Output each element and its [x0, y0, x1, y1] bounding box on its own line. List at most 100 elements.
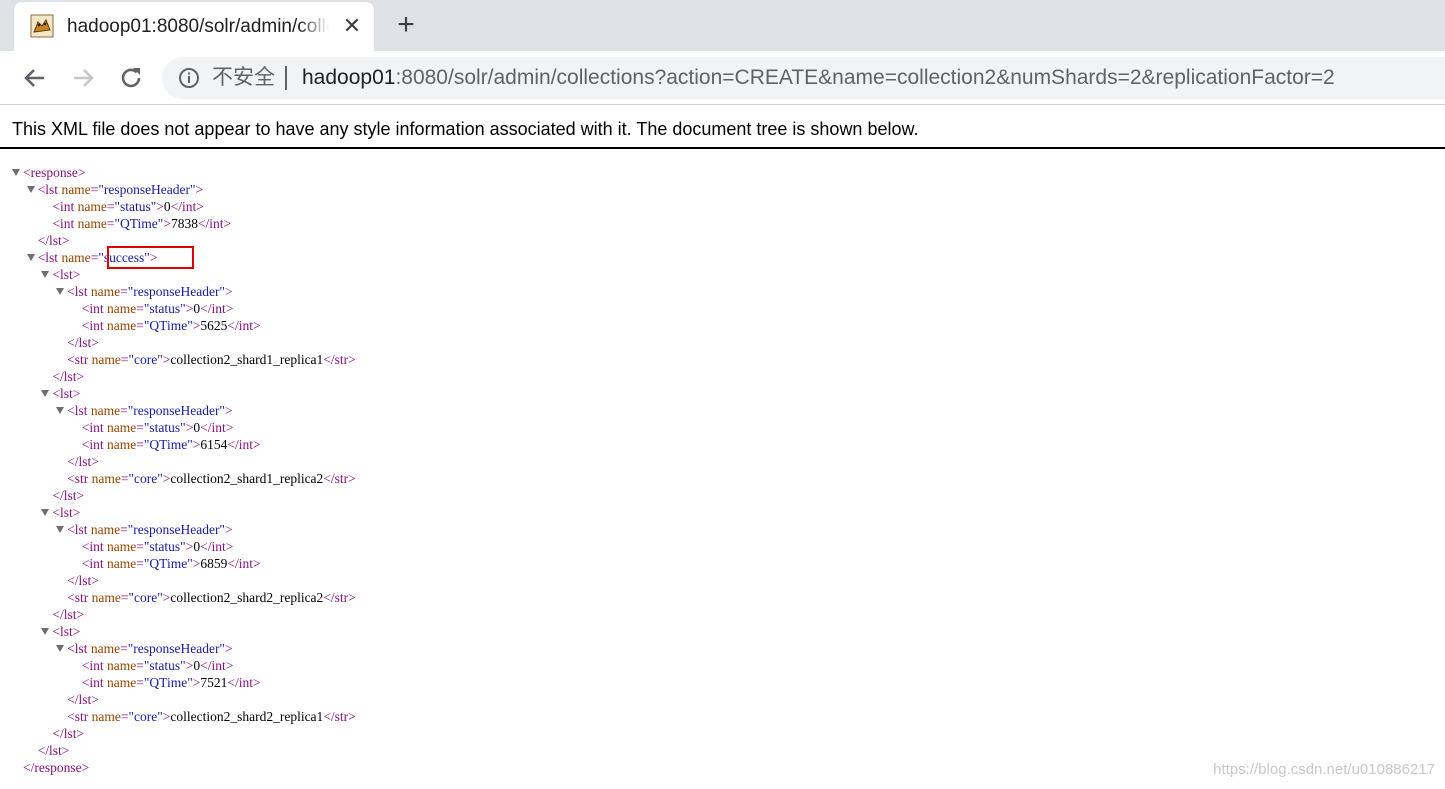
collapse-arrow-icon[interactable]: [56, 526, 65, 533]
xml-tag: </int>: [170, 199, 204, 214]
xml-attr-name: name: [77, 216, 107, 231]
collapse-arrow-icon[interactable]: [41, 390, 50, 397]
tab-title-fade: [299, 15, 329, 39]
xml-line: </lst>: [67, 691, 99, 708]
xml-tag: >: [224, 522, 233, 537]
xml-tag: <int: [52, 199, 78, 214]
xml-text: collection2_shard1_replica1: [170, 352, 324, 367]
xml-attr-name: name: [107, 420, 137, 435]
xml-line[interactable]: <lst name="responseHeader">: [56, 521, 233, 538]
close-tab-icon[interactable]: ✕: [340, 14, 364, 38]
xml-line: </lst>: [52, 606, 84, 623]
xml-attr-value: "QTime": [143, 675, 193, 690]
xml-tag: <lst>: [52, 505, 81, 520]
collapse-arrow-icon[interactable]: [56, 407, 65, 414]
collapse-arrow-icon[interactable]: [26, 186, 35, 193]
xml-tag: <lst: [67, 403, 91, 418]
xml-line[interactable]: <lst>: [41, 385, 80, 402]
tomcat-favicon-icon: [30, 14, 54, 38]
xml-line[interactable]: <lst>: [41, 623, 80, 640]
xml-line: <int name="QTime">6154</int>: [82, 436, 261, 453]
xml-tag: >: [224, 403, 233, 418]
xml-line: <str name="core">collection2_shard1_repl…: [67, 351, 356, 368]
collapse-arrow-icon[interactable]: [41, 271, 50, 278]
xml-tag: </int>: [227, 318, 261, 333]
xml-line: <str name="core">collection2_shard1_repl…: [67, 470, 356, 487]
xml-tag: =: [106, 216, 115, 231]
xml-attr-value: "responseHeader": [98, 182, 196, 197]
xml-attr-value: "QTime": [143, 318, 193, 333]
xml-line[interactable]: <lst>: [41, 504, 80, 521]
xml-line[interactable]: <lst>: [41, 266, 80, 283]
xml-tag: </int>: [227, 556, 261, 571]
address-bar[interactable]: 不安全 hadoop01:8080/solr/admin/collections…: [162, 57, 1445, 99]
xml-line: <str name="core">collection2_shard2_repl…: [67, 708, 356, 725]
xml-tag: </lst>: [37, 233, 70, 248]
xml-line: </lst>: [52, 487, 84, 504]
xml-attr-name: name: [77, 199, 107, 214]
xml-attr-value: "status": [143, 420, 186, 435]
xml-tag: =: [136, 675, 144, 690]
xml-line: <int name="status">0</int>: [82, 419, 234, 436]
xml-text: 7838: [170, 216, 198, 231]
collapse-arrow-icon[interactable]: [26, 254, 35, 261]
collapse-arrow-icon[interactable]: [56, 645, 65, 652]
xml-attr-name: name: [91, 709, 121, 724]
xml-tag: </lst>: [67, 573, 99, 588]
xml-attr-value: "status": [143, 658, 186, 673]
xml-attr-value: "status": [143, 539, 186, 554]
xml-line: </lst>: [38, 742, 70, 759]
xml-tag: <response>: [23, 165, 86, 180]
xml-tag: <lst: [67, 641, 91, 656]
back-arrow-icon[interactable]: [20, 63, 50, 93]
collapse-arrow-icon[interactable]: [41, 628, 50, 635]
xml-line: <int name="QTime">5625</int>: [82, 317, 261, 334]
xml-text: 6859: [200, 556, 228, 571]
xml-line[interactable]: <lst name="responseHeader">: [56, 402, 233, 419]
xml-tag: </response>: [23, 760, 90, 775]
xml-line[interactable]: <lst name="responseHeader">: [56, 640, 233, 657]
xml-tag: </lst>: [52, 607, 85, 622]
xml-line[interactable]: <response>: [12, 164, 85, 181]
xml-attr-value: "responseHeader": [127, 641, 225, 656]
xml-attr-value: "responseHeader": [127, 522, 225, 537]
xml-tag: <lst: [67, 284, 91, 299]
xml-tag: =: [136, 301, 144, 316]
xml-line: <int name="status">0</int>: [82, 300, 234, 317]
browser-tab[interactable]: hadoop01:8080/solr/admin/collections?act…: [14, 2, 374, 51]
not-secure-label[interactable]: 不安全: [212, 65, 275, 91]
xml-tag: </lst>: [52, 726, 85, 741]
xml-tag: </lst>: [67, 692, 99, 707]
new-tab-button[interactable]: +: [391, 10, 421, 40]
success-highlight-box: [107, 246, 194, 269]
xml-line: </lst>: [67, 334, 99, 351]
xml-tag: >: [163, 216, 171, 231]
collapse-arrow-icon[interactable]: [12, 169, 20, 176]
xml-attr-value: "status": [143, 301, 186, 316]
xml-tag: </int>: [200, 420, 234, 435]
xml-attr-value: "core": [128, 352, 163, 367]
collapse-arrow-icon[interactable]: [56, 288, 65, 295]
xml-attr-value: "status": [114, 199, 157, 214]
xml-tag: </str>: [323, 352, 356, 367]
xml-tag: >: [156, 199, 164, 214]
xml-line: <int name="status">0</int>: [52, 198, 204, 215]
xml-attr-name: name: [107, 556, 137, 571]
xml-line: </lst>: [52, 368, 84, 385]
tab-strip: hadoop01:8080/solr/admin/collections?act…: [0, 0, 1445, 51]
xml-tag: =: [136, 437, 144, 452]
xml-tag: <int: [81, 420, 108, 435]
info-icon[interactable]: [178, 67, 200, 89]
xml-tag: <lst>: [52, 386, 81, 401]
reload-icon[interactable]: [116, 63, 146, 93]
xml-tag: >: [195, 182, 204, 197]
xml-line[interactable]: <lst name="responseHeader">: [56, 283, 233, 300]
xml-text: collection2_shard2_replica1: [170, 709, 324, 724]
collapse-arrow-icon[interactable]: [41, 509, 50, 516]
xml-line[interactable]: <lst name="responseHeader">: [26, 181, 204, 198]
xml-style-notice: This XML file does not appear to have an…: [12, 119, 919, 139]
forward-arrow-icon[interactable]: [68, 63, 98, 93]
xml-tag: <str: [67, 471, 92, 486]
xml-text: 6154: [200, 437, 228, 452]
url-text[interactable]: hadoop01:8080/solr/admin/collections?act…: [302, 65, 1335, 91]
